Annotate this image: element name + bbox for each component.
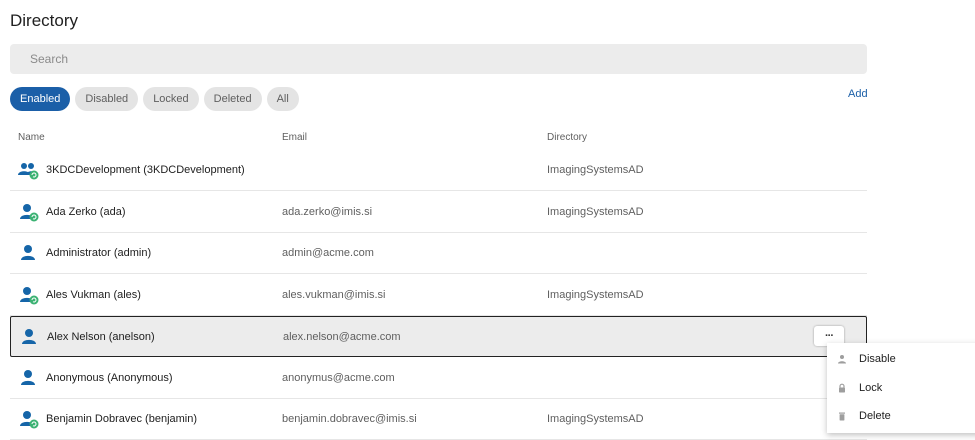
user-icon [21,245,35,260]
user-icon [22,329,36,344]
column-header-directory[interactable]: Directory [547,132,587,143]
cell-name: 3KDCDevelopment (3KDCDevelopment) [46,164,245,176]
menu-item-label: Lock [859,382,883,394]
cell-name: Administrator (admin) [46,247,152,259]
trash-icon [839,412,845,421]
cell-directory: ImagingSystemsAD [547,289,644,301]
cell-name: Alex Nelson (anelson) [47,331,155,343]
group-synced-icon [18,163,39,180]
lock-icon [839,383,845,393]
chip-deleted[interactable]: Deleted [203,87,262,111]
row-actions-menu: Disable Lock Delete [827,343,975,433]
menu-item-delete[interactable]: Delete [827,402,975,430]
menu-item-label: Delete [859,410,891,422]
cell-directory: ImagingSystemsAD [547,164,644,176]
cell-email: benjamin.dobravec@imis.si [282,413,417,425]
cell-directory: ImagingSystemsAD [547,206,644,218]
user-icon [21,370,35,385]
chip-locked[interactable]: Locked [143,87,199,111]
table-row[interactable]: 3KDCDevelopment (3KDCDevelopment) Imaging… [10,150,867,191]
chip-enabled[interactable]: Enabled [10,87,71,111]
search-input[interactable] [10,44,867,74]
cell-name: Ales Vukman (ales) [46,289,141,301]
person-icon [838,355,846,364]
table-row[interactable]: Ales Vukman (ales) ales.vukman@imis.si Ima… [10,275,867,316]
menu-item-disable[interactable]: Disable [827,345,975,373]
table-row[interactable]: Ada Zerko (ada) ada.zerko@imis.si ImagingS… [10,192,867,233]
cell-name: Anonymous (Anonymous) [46,372,173,384]
cell-email: ada.zerko@imis.si [282,206,373,218]
chip-all[interactable]: All [266,87,299,111]
column-header-name[interactable]: Name [18,132,45,143]
page-title: Directory [10,11,79,30]
table-row[interactable]: Anonymous (Anonymous) anonymus@acme.com [10,358,867,399]
cell-email: anonymus@acme.com [282,372,395,384]
table-row[interactable]: Administrator (admin) admin@acme.com [10,233,867,274]
filter-chips: Enabled Disabled Locked Deleted All [10,87,299,111]
cell-email: admin@acme.com [282,247,374,259]
cell-name: Ada Zerko (ada) [46,206,126,218]
cell-email: ales.vukman@imis.si [282,289,386,301]
add-link[interactable]: Add [848,88,868,100]
cell-directory: ImagingSystemsAD [547,413,644,425]
cell-email: alex.nelson@acme.com [283,331,401,343]
user-synced-icon [20,287,39,305]
table-row[interactable]: Alex Nelson (anelson) alex.nelson@acme.co… [10,316,867,357]
user-synced-icon [20,204,39,222]
user-synced-icon [20,411,39,429]
table-row[interactable]: Benjamin Dobravec (benjamin) benjamin.dob… [10,399,867,440]
chip-disabled[interactable]: Disabled [75,87,139,111]
menu-item-label: Disable [859,353,896,365]
cell-name: Benjamin Dobravec (benjamin) [46,413,198,425]
menu-item-lock[interactable]: Lock [827,374,975,402]
column-header-email[interactable]: Email [282,132,307,143]
